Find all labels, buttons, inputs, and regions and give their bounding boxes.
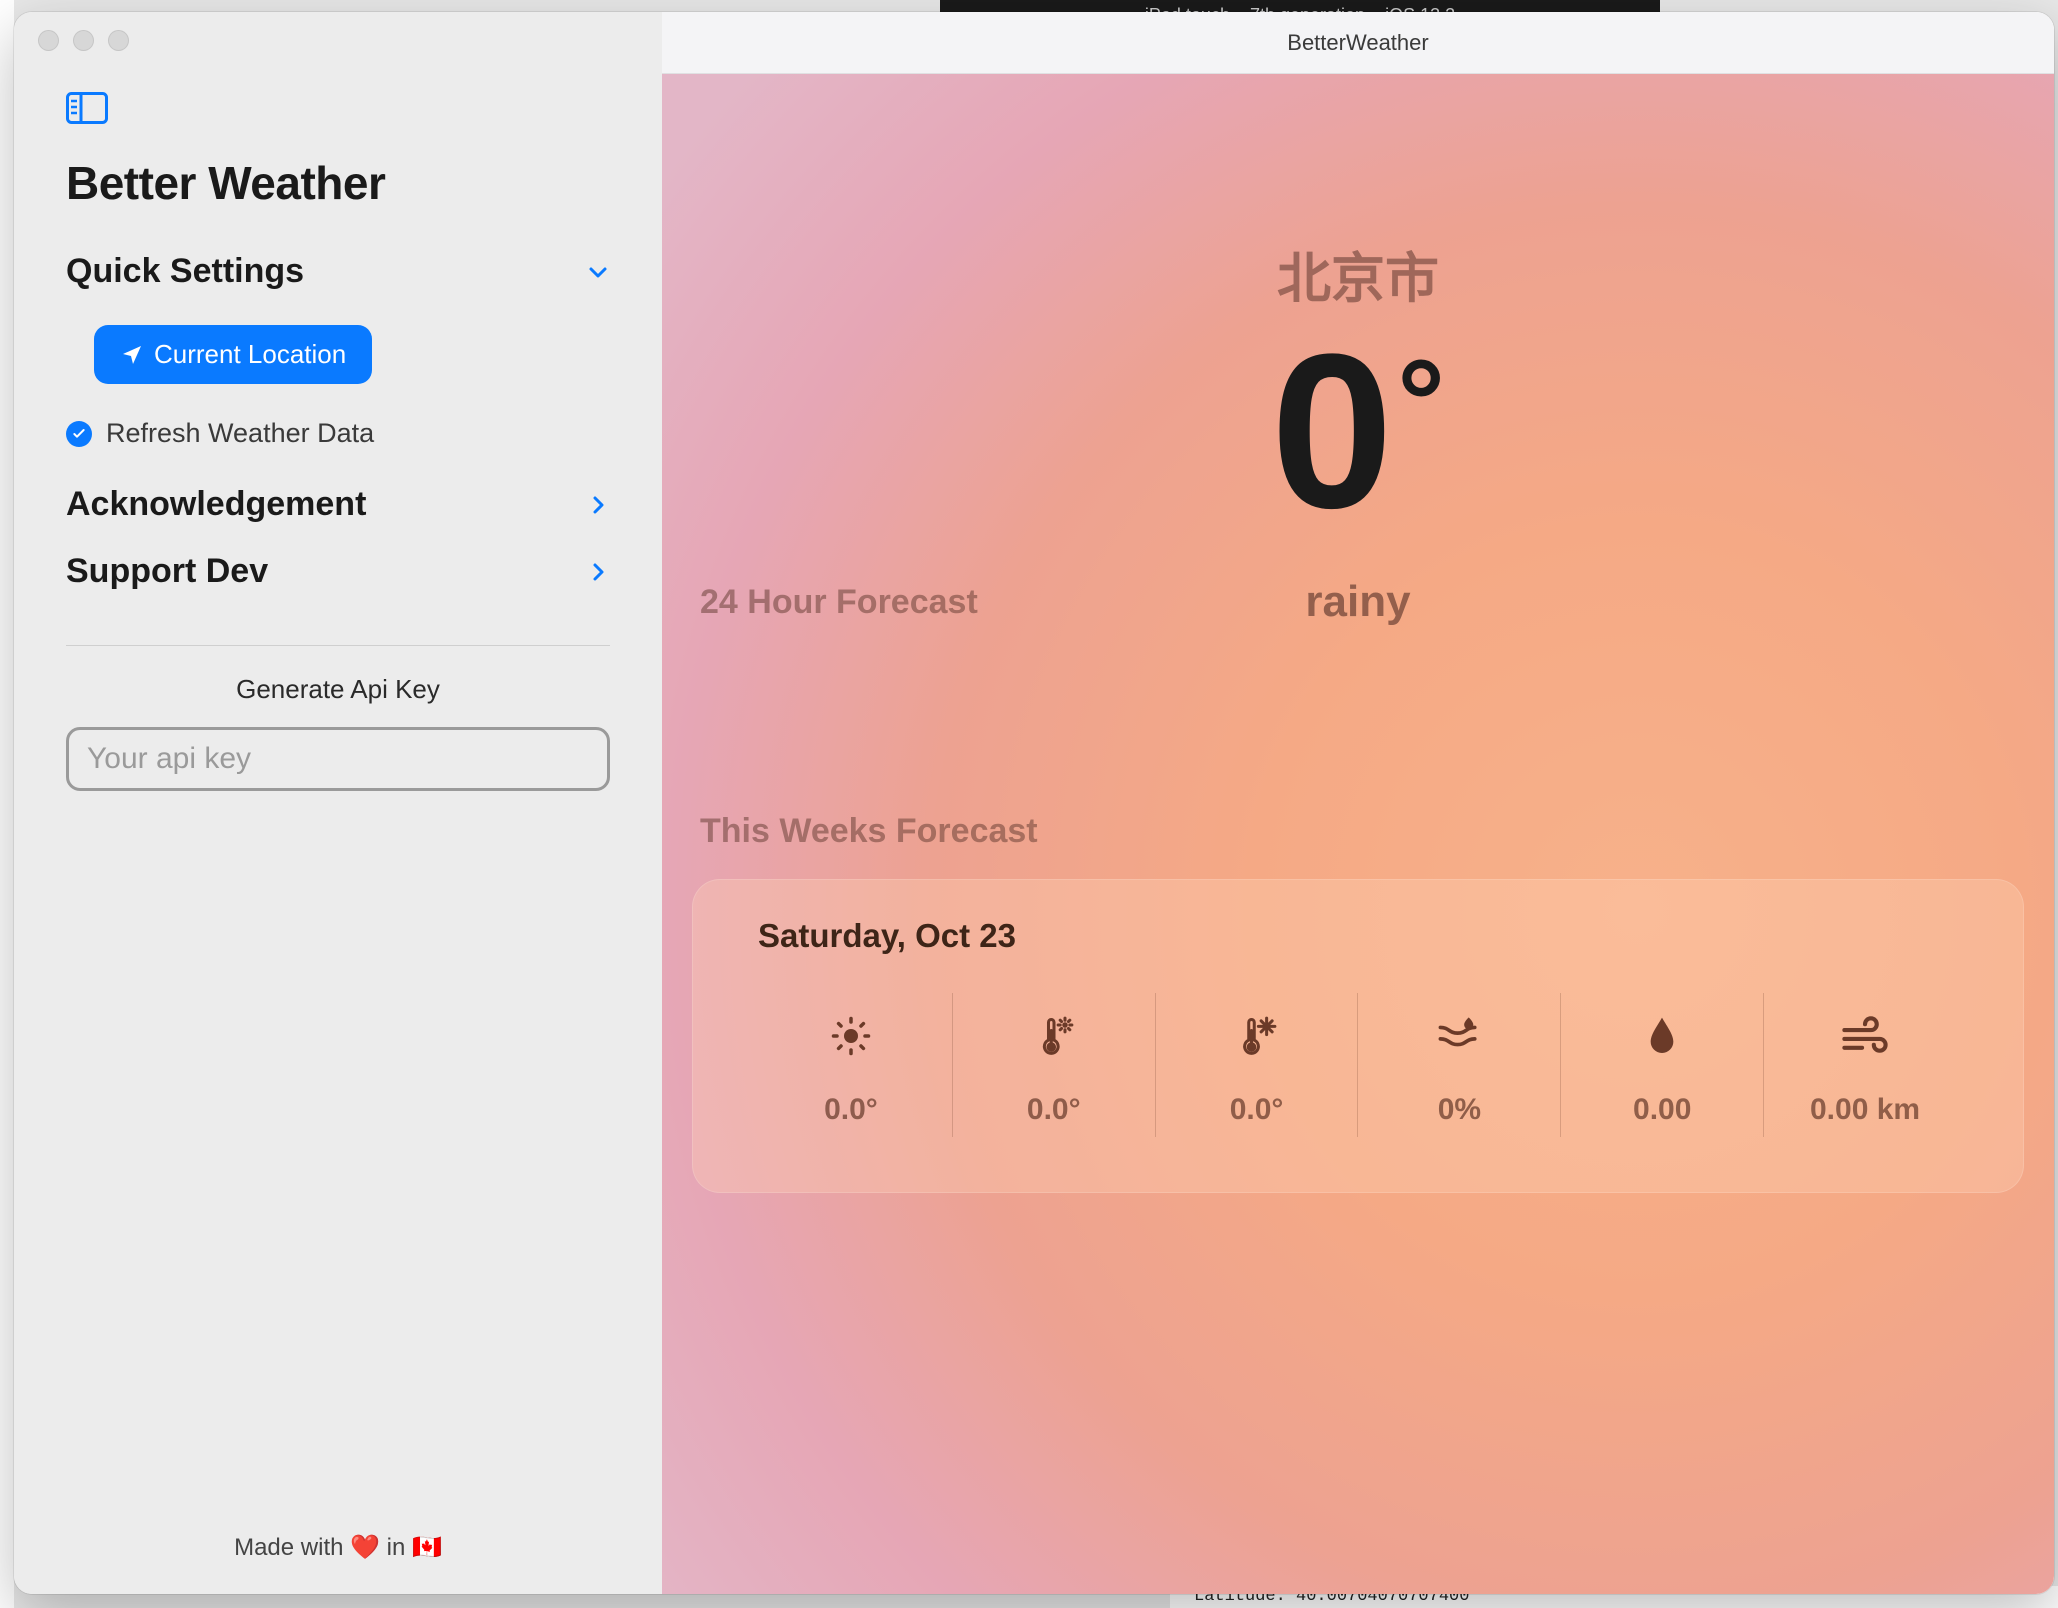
quick-settings-row[interactable]: Quick Settings	[66, 238, 610, 305]
support-dev-label: Support Dev	[66, 552, 268, 591]
metric-temp-high-value: 0.0°	[1027, 1093, 1081, 1127]
refresh-label: Refresh Weather Data	[106, 418, 374, 449]
metric-precipitation: 0.00	[1560, 993, 1763, 1137]
forecast-card: Saturday, Oct 23 0.0°	[692, 879, 2024, 1193]
temperature-display: 0 °	[1271, 321, 1445, 541]
metric-temp-low: 0.0°	[1155, 993, 1358, 1137]
sidebar: Better Weather Quick Settings Current Lo…	[14, 12, 662, 1594]
sidebar-toggle-icon[interactable]	[66, 92, 108, 124]
close-button[interactable]	[38, 30, 59, 51]
quick-settings-label: Quick Settings	[66, 252, 304, 291]
metric-wind: 0.00 km	[1763, 993, 1966, 1137]
current-location-label: Current Location	[154, 339, 346, 370]
thermometer-sun-icon	[1032, 1013, 1076, 1059]
refresh-weather-row[interactable]: Refresh Weather Data	[66, 410, 610, 471]
acknowledgement-row[interactable]: Acknowledgement	[66, 471, 610, 538]
droplet-icon	[1645, 1013, 1679, 1059]
background-left-edge	[0, 0, 14, 1608]
window-controls	[38, 30, 129, 51]
maximize-button[interactable]	[108, 30, 129, 51]
thermometer-snow-icon	[1235, 1013, 1279, 1059]
divider	[66, 645, 610, 646]
window-titlebar: BetterWeather	[662, 12, 2054, 74]
degree-symbol: °	[1397, 333, 1445, 471]
metric-humidity-value: 0%	[1438, 1093, 1481, 1127]
weather-hero: 北京市 0 ° rainy	[692, 74, 2024, 627]
window-title: BetterWeather	[1287, 30, 1428, 56]
location-arrow-icon	[120, 343, 144, 367]
wind-icon	[1840, 1013, 1890, 1059]
chevron-right-icon	[586, 560, 610, 584]
metric-temp-low-value: 0.0°	[1230, 1093, 1284, 1127]
acknowledgement-label: Acknowledgement	[66, 485, 366, 524]
chevron-right-icon	[586, 493, 610, 517]
metric-wind-value: 0.00 km	[1810, 1093, 1920, 1127]
metrics-row: 0.0°	[750, 993, 1966, 1137]
forecast-date: Saturday, Oct 23	[758, 917, 1966, 955]
metric-humidity: 0%	[1357, 993, 1560, 1137]
city-name: 北京市	[692, 234, 2024, 313]
temperature-value: 0	[1271, 321, 1393, 541]
app-title: Better Weather	[66, 156, 610, 210]
current-location-button[interactable]: Current Location	[94, 325, 372, 384]
metric-uv: 0.0°	[750, 993, 952, 1137]
section-week-forecast-title: This Weeks Forecast	[700, 812, 2024, 851]
api-key-label: Generate Api Key	[66, 674, 610, 705]
main-content: BetterWeather 北京市 0 ° rainy 24 Hour Fore…	[662, 12, 2054, 1594]
footer-credit: Made with ❤️ in 🇨🇦	[14, 1505, 662, 1594]
metric-temp-high: 0.0°	[952, 993, 1155, 1137]
humidity-icon	[1436, 1013, 1482, 1059]
metric-uv-value: 0.0°	[824, 1093, 878, 1127]
weather-canvas: 北京市 0 ° rainy 24 Hour Forecast This Week…	[662, 74, 2054, 1594]
minimize-button[interactable]	[73, 30, 94, 51]
app-window: Better Weather Quick Settings Current Lo…	[14, 12, 2054, 1594]
api-key-input[interactable]	[66, 727, 610, 791]
chevron-down-icon	[586, 260, 610, 284]
refresh-icon	[66, 421, 92, 447]
metric-precipitation-value: 0.00	[1633, 1093, 1691, 1127]
support-dev-row[interactable]: Support Dev	[66, 538, 610, 605]
sun-icon	[830, 1013, 872, 1059]
